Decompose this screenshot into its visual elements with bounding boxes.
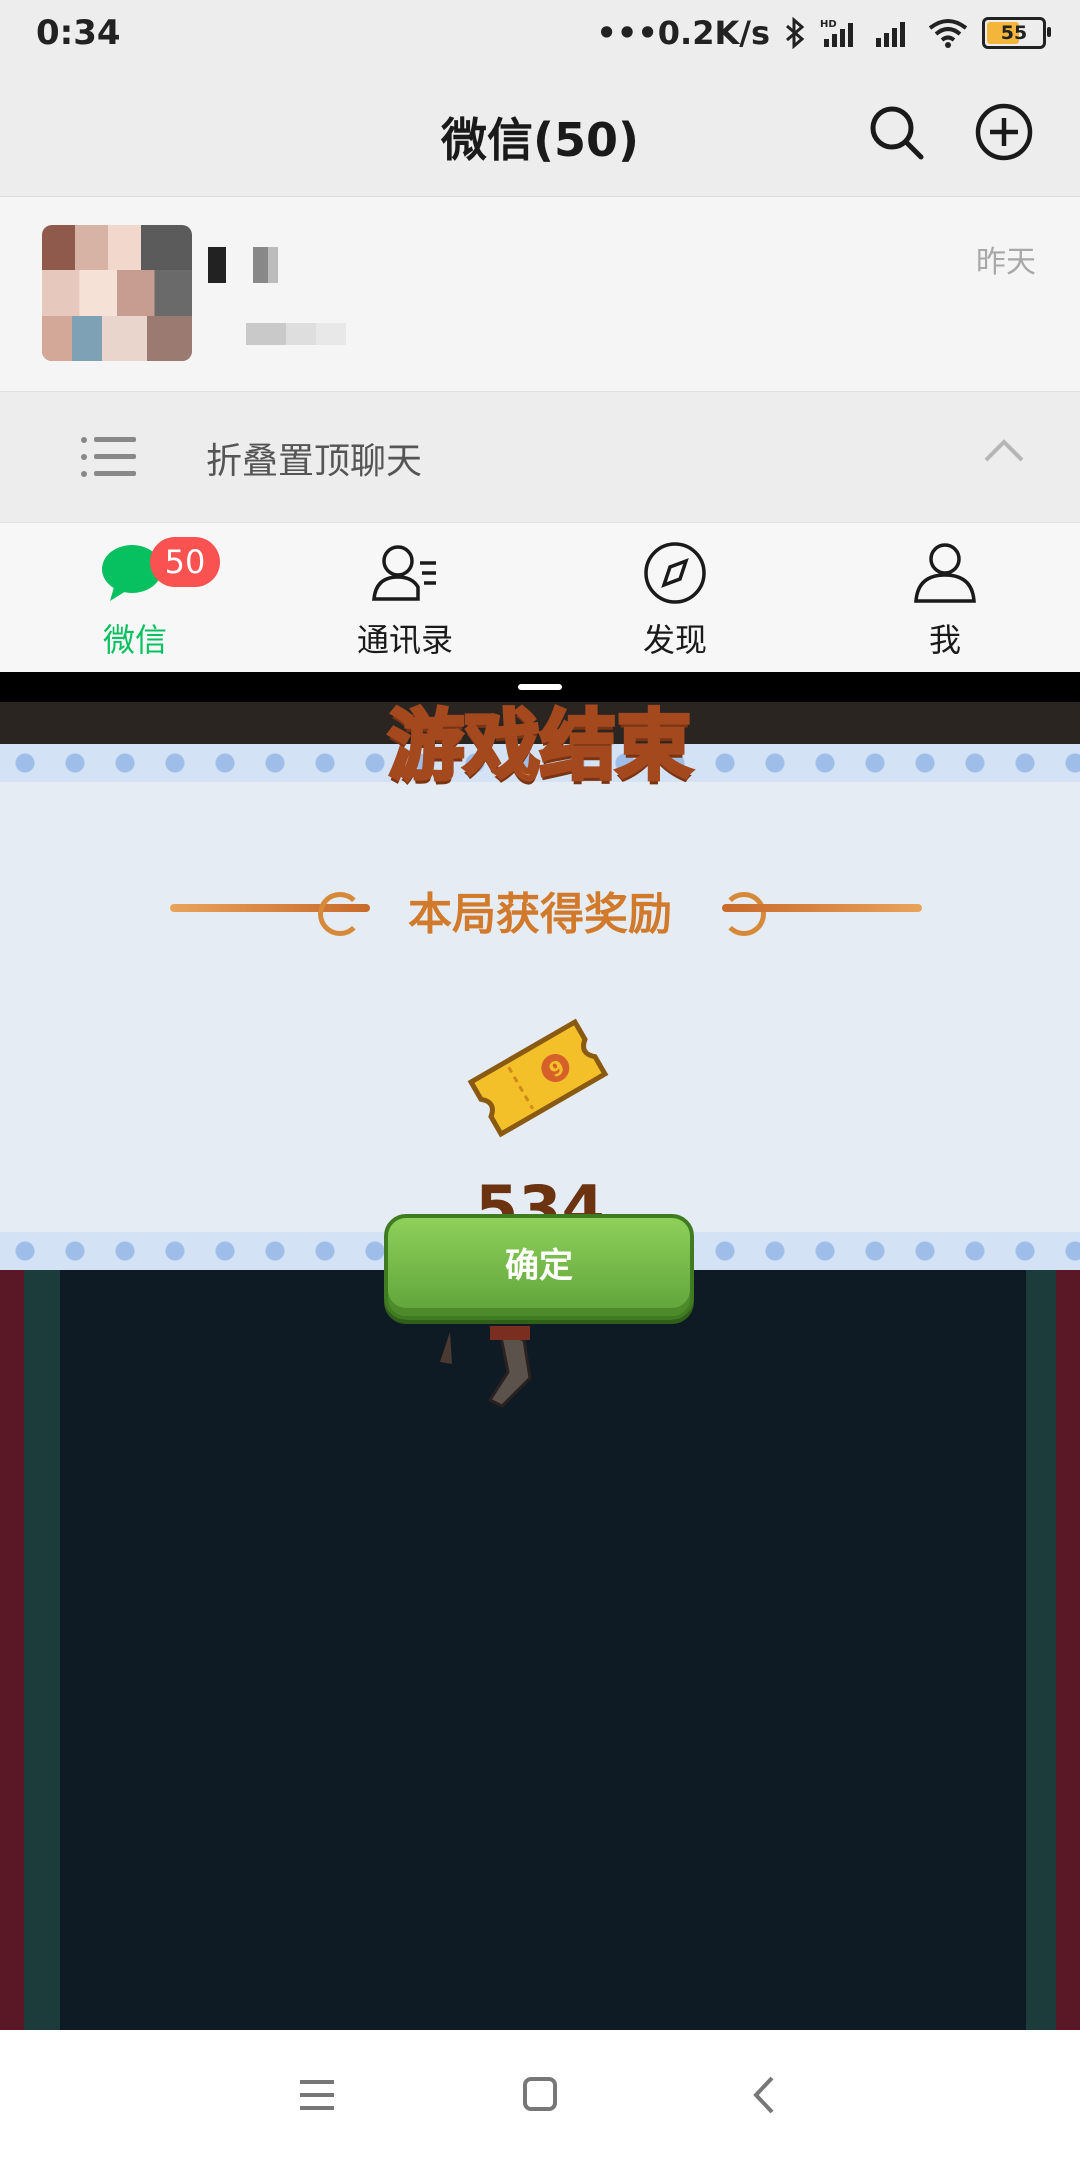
tab-chats[interactable]: 50 微信: [0, 523, 270, 673]
game-over-panel: 游戏结束 本局获得奖励 9 534: [0, 702, 1080, 1270]
person-icon: [910, 541, 980, 605]
tab-label: 发现: [642, 621, 707, 659]
app-header: 微信(50): [0, 66, 1080, 197]
compass-icon: [640, 541, 710, 605]
chat-list-item[interactable]: ▪▫ ▫▫ 昨天: [0, 197, 1080, 391]
confirm-button[interactable]: 确定: [384, 1214, 694, 1320]
tab-label: 我: [928, 621, 961, 659]
fold-pinned-chats[interactable]: 折叠置顶聊天: [0, 391, 1080, 523]
tab-label: 微信: [102, 621, 167, 659]
chat-preview: ▫▫: [246, 323, 346, 345]
unread-badge: 50: [150, 537, 220, 587]
avatar: [42, 225, 192, 361]
decor-swirl-right: [722, 892, 766, 936]
wifi-icon: [928, 18, 968, 48]
chat-time: 昨天: [976, 245, 1036, 280]
status-icons: •••0.2K/s HD 55: [596, 14, 1051, 52]
tab-contacts[interactable]: 通讯录: [270, 523, 540, 673]
system-nav-bar: [0, 2030, 1080, 2160]
decor-line-right: [722, 904, 922, 912]
status-bar: 0:34 •••0.2K/s HD 55: [0, 0, 1080, 66]
game-view: 游戏结束 本局获得奖励 9 534 确定: [0, 702, 1080, 2030]
chevron-up-icon[interactable]: [982, 436, 1026, 466]
tab-label: 通讯录: [356, 621, 453, 659]
search-icon[interactable]: [866, 102, 926, 162]
tab-bar: 50 微信 通讯录 发现 我: [0, 522, 1080, 673]
curtain-right: [1056, 1270, 1080, 2030]
battery-icon: 55: [982, 17, 1051, 49]
status-time: 0:34: [36, 13, 121, 53]
plus-circle-icon[interactable]: [974, 102, 1034, 162]
hd-signal-icon: HD: [820, 17, 860, 49]
home-icon[interactable]: [515, 2072, 565, 2118]
network-speed: •••0.2K/s: [596, 14, 770, 52]
tab-me[interactable]: 我: [810, 523, 1080, 673]
pillar-left: [24, 1270, 60, 2030]
curtain-left: [0, 1270, 24, 2030]
list-icon: [80, 434, 138, 480]
menu-icon[interactable]: [292, 2072, 342, 2118]
ticket-icon: 9: [458, 1008, 618, 1148]
svg-text:HD: HD: [820, 19, 837, 30]
split-screen-divider[interactable]: [0, 672, 1080, 702]
signal-icon: [874, 18, 914, 48]
fold-label: 折叠置顶聊天: [206, 441, 423, 482]
game-over-title: 游戏结束: [386, 702, 694, 792]
battery-level: 55: [1000, 22, 1028, 44]
chat-name: ▪▫: [208, 247, 308, 283]
divider-handle[interactable]: [518, 684, 562, 690]
contacts-icon: [370, 541, 440, 605]
back-icon[interactable]: [740, 2072, 790, 2118]
pillar-right: [1026, 1270, 1056, 2030]
game-character-feet: [430, 1322, 560, 1412]
tab-discover[interactable]: 发现: [540, 523, 810, 673]
bluetooth-icon: [784, 17, 806, 49]
